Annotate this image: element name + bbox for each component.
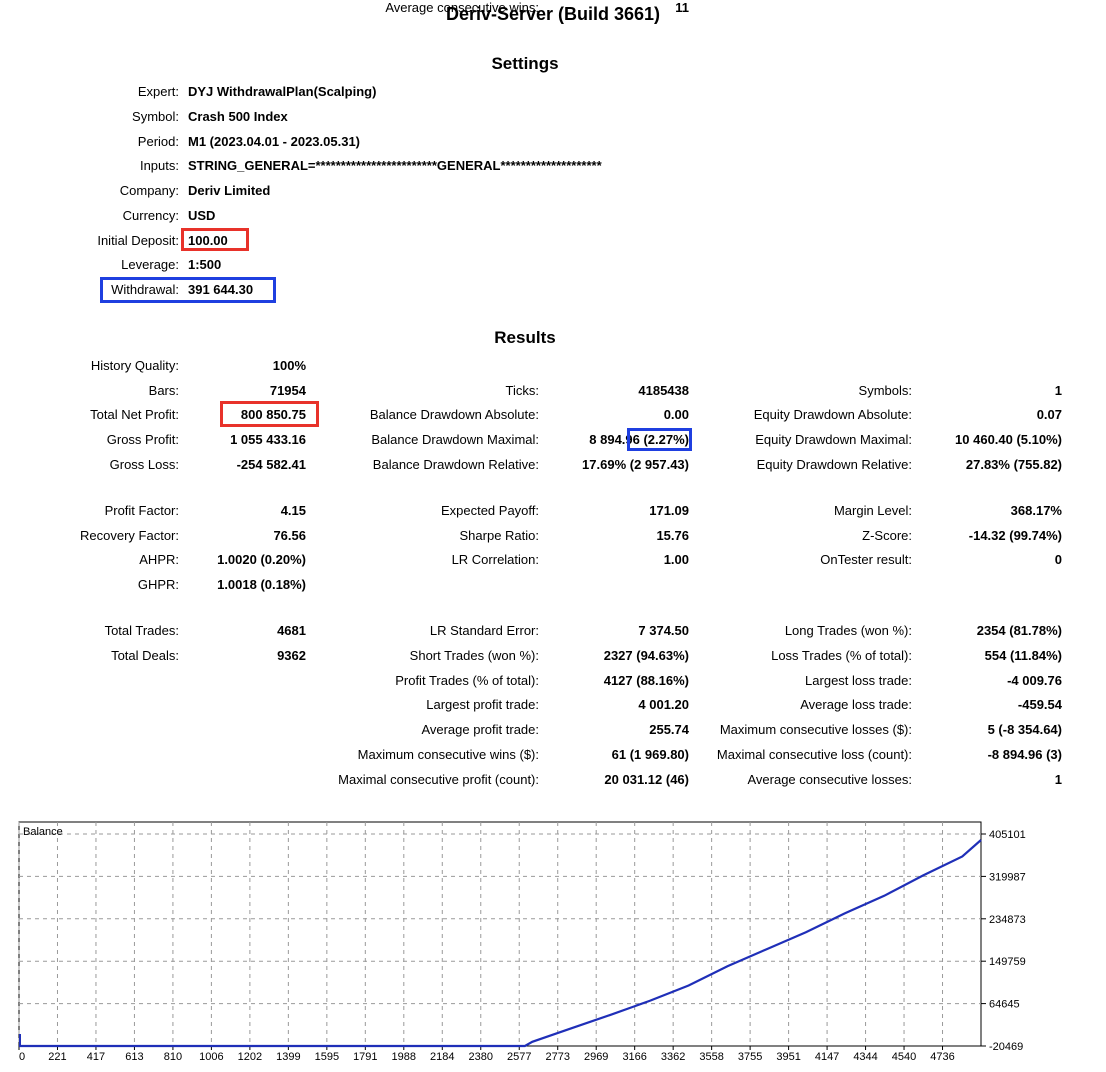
chart-x-tick-label: 3166: [622, 1051, 646, 1063]
chart-y-tick-label: 64645: [989, 999, 1020, 1011]
results-value: 1.0018 (0.18%): [217, 577, 306, 592]
settings-value: M1 (2023.04.01 - 2023.05.31): [188, 133, 361, 149]
results-value: 0.07: [1036, 407, 1062, 422]
results-value: 2354 (81.78%): [976, 623, 1062, 638]
chart-x-tick-label: 1202: [238, 1051, 262, 1063]
results-value: 0: [1054, 552, 1062, 567]
settings-label: Initial Deposit:: [97, 232, 179, 248]
chart-y-tick-label: 405101: [989, 829, 1026, 841]
settings-label: Company:: [119, 183, 179, 198]
chart-x-tick-label: 1595: [315, 1051, 339, 1063]
results-value: -14.32 (99.74%): [968, 528, 1062, 543]
chart-x-tick-label: 2184: [430, 1051, 454, 1063]
chart-x-tick-label: 417: [87, 1051, 105, 1063]
chart-x-tick-label: 3755: [738, 1051, 762, 1063]
chart-title: Balance: [23, 826, 63, 838]
settings-value: Crash 500 Index: [188, 108, 288, 124]
chart-x-tick-label: 2380: [469, 1051, 493, 1063]
results-heading: Results: [494, 328, 556, 347]
drawdown-percent-highlight: [627, 428, 692, 451]
chart-x-tick-label: 3362: [661, 1051, 685, 1063]
chart-x-tick-label: 0: [19, 1051, 25, 1063]
chart-x-tick-label: 221: [48, 1051, 66, 1063]
chart-y-tick-label: -20469: [989, 1041, 1023, 1053]
settings-label: Symbol:: [132, 108, 179, 124]
settings-label: Inputs:: [139, 158, 179, 174]
settings-value: 1:500: [188, 257, 222, 273]
chart-x-tick-label: 1988: [392, 1051, 416, 1063]
initial-deposit-highlight: [181, 228, 249, 251]
total-net-profit-highlight: [220, 401, 319, 427]
settings-heading: Settings: [491, 54, 559, 73]
results-value: 368.17%: [1010, 503, 1062, 518]
settings-value: Deriv Limited: [188, 183, 271, 198]
settings-value: USD: [188, 207, 216, 223]
withdrawal-highlight: [100, 277, 276, 303]
chart-x-tick-label: 2577: [507, 1051, 531, 1063]
settings-label: Currency:: [122, 207, 179, 223]
results-value: 27.83% (755.82): [965, 457, 1062, 472]
results-value: 5 (-8 354.64): [987, 722, 1062, 737]
chart-x-tick-label: 4147: [815, 1051, 839, 1063]
chart-x-tick-label: 613: [125, 1051, 143, 1063]
chart-x-tick-label: 4736: [930, 1051, 954, 1063]
results-value: 1: [1054, 383, 1062, 398]
balance-chart: 405101 319987 234873 149759 64645 -20469 0 221 4…: [18, 821, 1026, 1063]
results-value: 1: [1054, 772, 1062, 787]
chart-y-tick-label: 234873: [989, 914, 1026, 926]
settings-value: STRING_GENERAL=************************G…: [188, 158, 602, 174]
results-value: -8 894.96 (3): [987, 747, 1062, 762]
results-value: 100%: [272, 358, 306, 373]
results-value: 554 (11.84%): [984, 648, 1062, 663]
chart-x-tick-label: 810: [164, 1051, 182, 1063]
settings-label: Period:: [137, 133, 179, 149]
settings-label: Leverage:: [121, 257, 179, 273]
settings-label: Expert:: [137, 84, 179, 99]
results-value: 10 460.40 (5.10%): [955, 432, 1062, 447]
chart-x-tick-label: 1399: [276, 1051, 300, 1063]
results-value: -459.54: [1017, 697, 1062, 712]
chart-x-tick-label: 1791: [353, 1051, 377, 1063]
chart-x-tick-label: 2969: [584, 1051, 608, 1063]
chart-x-tick-label: 4540: [892, 1051, 916, 1063]
results-value: -4 009.76: [1007, 673, 1062, 688]
settings-value: DYJ WithdrawalPlan(Scalping): [188, 84, 377, 99]
chart-x-tick-label: 3558: [699, 1051, 723, 1063]
chart-x-tick-label: 3951: [776, 1051, 800, 1063]
chart-frame: [18, 821, 982, 1047]
chart-y-tick-label: 319987: [989, 871, 1026, 883]
results-value: 11: [675, 0, 689, 15]
chart-x-tick-label: 1006: [199, 1051, 223, 1063]
chart-x-tick-label: 2773: [545, 1051, 569, 1063]
chart-x-tick-label: 4344: [853, 1051, 877, 1063]
chart-y-tick-label: 149759: [989, 956, 1026, 968]
